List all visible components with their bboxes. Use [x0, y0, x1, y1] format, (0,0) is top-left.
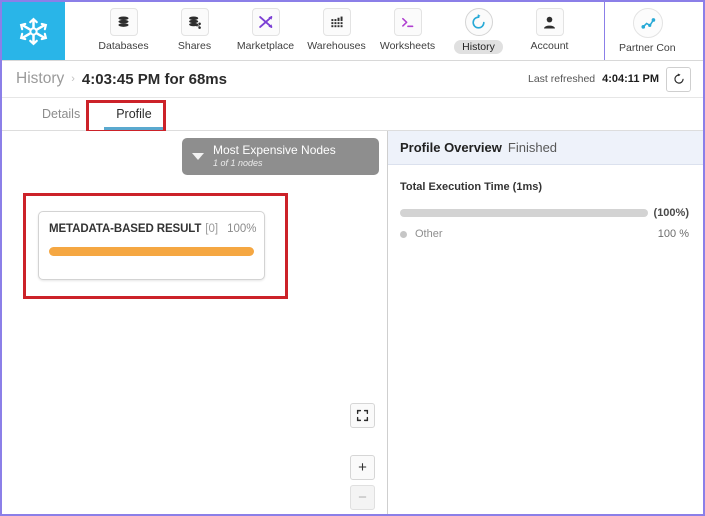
nav-items-group: Databases — [65, 2, 604, 60]
profile-overview-title: Profile Overview — [400, 140, 502, 155]
terminal-prompt-icon — [394, 8, 422, 36]
profile-body: Most Expensive Nodes 1 of 1 nodes METADA… — [2, 131, 703, 516]
query-node-percent: 100% — [227, 223, 256, 235]
database-stack-icon — [110, 8, 138, 36]
last-refreshed-time: 4:04:11 PM — [602, 73, 659, 85]
tab-profile[interactable]: Profile — [98, 98, 169, 130]
profile-overview-status: Finished — [508, 140, 557, 155]
breadcrumb-separator-icon: › — [71, 73, 75, 85]
tab-bar: Details Profile — [2, 98, 703, 131]
query-node-bar-fill — [49, 247, 254, 256]
profile-overview-header: Profile Overview Finished — [388, 131, 703, 165]
breadcrumb-root-link[interactable]: History — [16, 70, 64, 88]
legend-value-other: 100 % — [658, 228, 689, 240]
snowflake-logo[interactable] — [2, 2, 65, 60]
total-execution-time-percent: (100%) — [654, 207, 689, 219]
profile-overview-pane: Profile Overview Finished Total Executio… — [388, 131, 703, 516]
legend-label-other: Other — [415, 228, 443, 240]
nav-label-marketplace: Marketplace — [237, 40, 294, 52]
user-silhouette-icon — [536, 8, 564, 36]
partner-connect-icon — [633, 8, 663, 38]
nav-item-partner-connect[interactable]: Partner Con — [619, 2, 703, 60]
refresh-button[interactable] — [666, 67, 691, 92]
nav-item-shares[interactable]: Shares — [159, 2, 230, 52]
shuffle-arrows-icon — [252, 8, 280, 36]
refresh-circle-icon — [465, 8, 493, 36]
most-expensive-nodes-text: Most Expensive Nodes 1 of 1 nodes — [213, 143, 336, 169]
nav-item-warehouses[interactable]: Warehouses — [301, 2, 372, 52]
page-title: 4:03:45 PM for 68ms — [82, 71, 227, 88]
query-node-bar-track — [49, 247, 254, 256]
nav-label-account: Account — [531, 40, 569, 52]
warehouse-grid-icon — [323, 8, 351, 36]
snowflake-web-ui-window: Databases — [0, 0, 705, 516]
total-execution-time-bar — [400, 209, 648, 217]
query-node-index: [0] — [205, 223, 218, 235]
nav-label-warehouses: Warehouses — [307, 40, 366, 52]
fit-screen-icon — [356, 409, 369, 422]
most-expensive-nodes-subtitle: 1 of 1 nodes — [213, 158, 336, 169]
profile-overview-body: Total Execution Time (1ms) (100%) Other … — [388, 165, 703, 240]
query-profile-graph-pane: Most Expensive Nodes 1 of 1 nodes METADA… — [2, 131, 388, 516]
most-expensive-nodes-panel[interactable]: Most Expensive Nodes 1 of 1 nodes — [182, 138, 379, 175]
chevron-down-icon — [192, 153, 204, 160]
total-execution-time-bar-row: (100%) — [400, 207, 689, 219]
legend-dot-icon — [400, 231, 407, 238]
total-execution-time-label: Total Execution Time (1ms) — [400, 181, 689, 193]
refresh-icon — [672, 72, 686, 86]
query-node-card[interactable]: METADATA-BASED RESULT [0] 100% — [38, 211, 265, 280]
zoom-in-button[interactable]: + — [350, 455, 375, 480]
nav-label-shares: Shares — [178, 40, 211, 52]
snowflake-icon — [18, 16, 49, 47]
query-node-name: METADATA-BASED RESULT — [49, 223, 201, 235]
nav-label-partner-connect: Partner Con — [619, 42, 676, 54]
most-expensive-nodes-title: Most Expensive Nodes — [213, 143, 336, 158]
nav-right-group: Partner Con — [604, 2, 703, 60]
top-navigation-bar: Databases — [2, 2, 703, 61]
database-share-icon — [181, 8, 209, 36]
breadcrumb-bar: History › 4:03:45 PM for 68ms Last refre… — [2, 61, 703, 98]
fit-to-screen-button[interactable] — [350, 403, 375, 428]
last-refreshed-group: Last refreshed 4:04:11 PM — [528, 67, 691, 92]
nav-item-databases[interactable]: Databases — [88, 2, 159, 52]
nav-label-history: History — [454, 40, 503, 54]
legend-item-other: Other 100 % — [400, 228, 689, 240]
zoom-out-button[interactable]: − — [350, 485, 375, 510]
nav-item-marketplace[interactable]: Marketplace — [230, 2, 301, 52]
nav-label-databases: Databases — [98, 40, 148, 52]
query-node-title-row: METADATA-BASED RESULT [0] 100% — [49, 223, 254, 235]
last-refreshed-label: Last refreshed — [528, 73, 595, 85]
nav-item-history[interactable]: History — [443, 2, 514, 54]
nav-item-worksheets[interactable]: Worksheets — [372, 2, 443, 52]
nav-item-account[interactable]: Account — [514, 2, 585, 52]
tab-details[interactable]: Details — [24, 98, 98, 130]
graph-zoom-controls: + − — [350, 403, 375, 510]
nav-label-worksheets: Worksheets — [380, 40, 435, 52]
